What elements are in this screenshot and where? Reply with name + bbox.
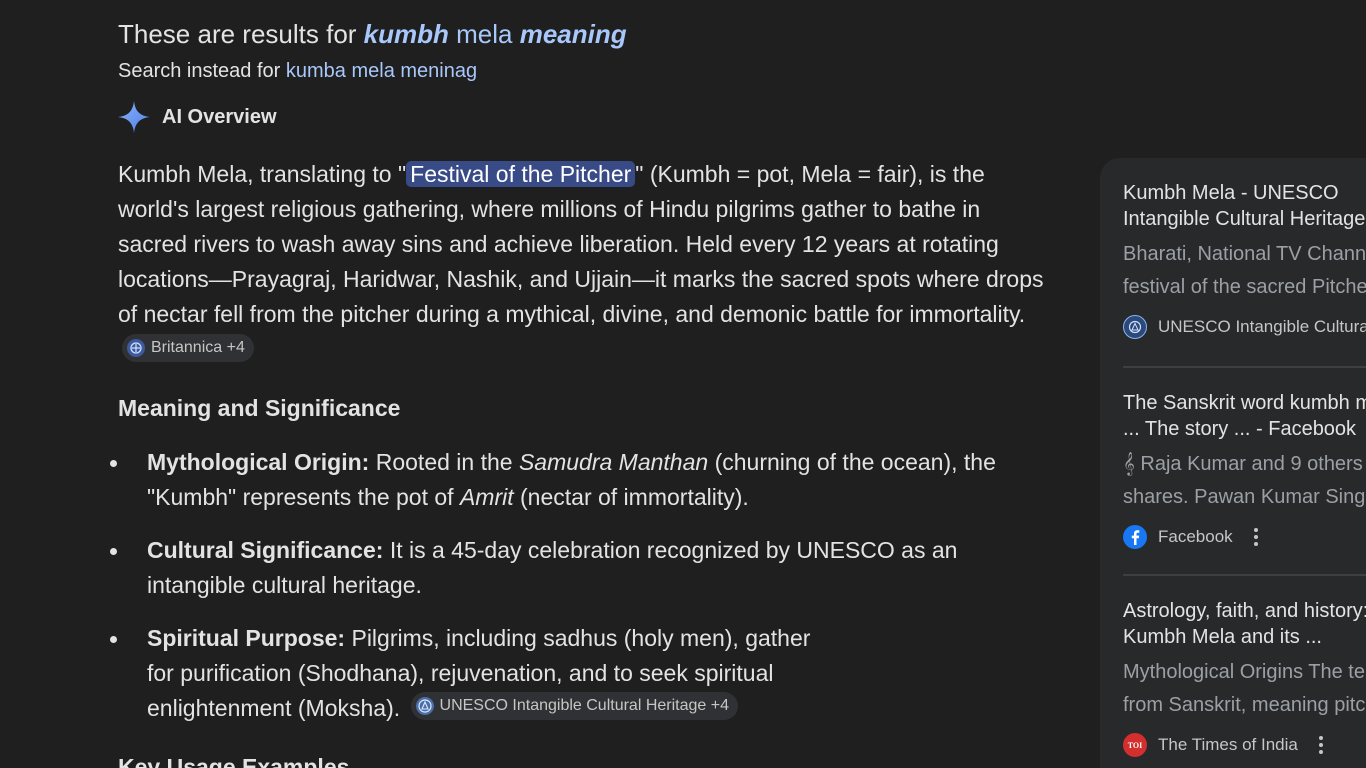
list-item: Cultural Significance: It is a 45-day ce… — [110, 533, 1048, 603]
sources-panel: Kumbh Mela - UNESCO Intangible Cultural … — [1100, 158, 1366, 768]
list-item: Spiritual Purpose: Pilgrims, including s… — [110, 621, 1048, 726]
bullet — [110, 460, 117, 467]
source-card[interactable]: Kumbh Mela - UNESCO Intangible Cultural … — [1123, 180, 1366, 340]
bullet — [110, 548, 117, 555]
search-instead-link[interactable]: kumba mela meninag — [286, 60, 477, 82]
results-prefix: These are results for — [118, 19, 357, 49]
points-list: Mythological Origin: Rooted in the Samud… — [110, 445, 1048, 726]
source-card[interactable]: Astrology, faith, and history: Kumbh Mel… — [1123, 598, 1366, 758]
source-site: Facebook — [1123, 524, 1366, 550]
svg-text:TOI: TOI — [1128, 741, 1143, 750]
source-snippet: Mythological Origins The term ... from S… — [1123, 661, 1366, 716]
ai-summary: Kumbh Mela, translating to " Festival of … — [118, 157, 1048, 367]
facebook-icon — [1123, 525, 1147, 549]
unesco-favicon-icon — [1123, 315, 1147, 339]
source-title[interactable]: Astrology, faith, and history: Kumbh Mel… — [1123, 598, 1366, 650]
list-item: Mythological Origin: Rooted in the Samud… — [110, 445, 1048, 515]
source-site-name: Facebook — [1158, 527, 1233, 546]
source-card[interactable]: The Sanskrit word kumbh means ... The st… — [1123, 390, 1366, 550]
point-text: Rooted in the — [369, 449, 519, 475]
ai-overview-header: AI Overview — [116, 99, 277, 135]
source-site: UNESCO Intangible Cultural Heritage — [1123, 314, 1366, 340]
next-section-heading: Key Usage Examples — [118, 754, 350, 768]
summary-highlight: Festival of the Pitcher — [406, 161, 636, 187]
query-word-kumbh: kumbh — [363, 19, 449, 49]
point-label: Mythological Origin: — [147, 449, 370, 475]
corrected-query-link[interactable]: kumbh mela meaning — [364, 19, 627, 49]
source-snippet: 𝄞 Raja Kumar and 9 others ... shares. Pa… — [1123, 453, 1366, 508]
divider — [1123, 366, 1366, 368]
bullet — [110, 636, 117, 643]
point-italic: Samudra Manthan — [518, 449, 709, 475]
query-word-meaning: meaning — [519, 19, 627, 49]
ai-sparkle-icon — [118, 101, 150, 133]
point-label: Spiritual Purpose: — [147, 625, 346, 651]
results-for-heading: These are results for kumbh mela meaning — [118, 16, 627, 52]
unesco-icon — [415, 697, 434, 715]
summary-text-start: Kumbh Mela, translating to " — [118, 161, 407, 187]
source-site-name: The Times of India — [1158, 735, 1298, 754]
query-word-mela: mela — [448, 19, 520, 49]
section-heading: Meaning and Significance — [118, 395, 401, 421]
point-text: (nectar of immortality). — [513, 484, 749, 510]
more-options-icon[interactable] — [1312, 734, 1330, 756]
source-site: TOI The Times of India — [1123, 732, 1366, 758]
point-label: Cultural Significance: — [147, 537, 384, 563]
chip-label: UNESCO Intangible Cultural Heritage +4 — [439, 697, 729, 714]
search-instead-prefix: Search instead for — [118, 60, 286, 82]
times-of-india-icon: TOI — [1123, 733, 1147, 757]
source-chip-britannica[interactable]: Britannica +4 — [122, 334, 254, 362]
source-title[interactable]: The Sanskrit word kumbh means ... The st… — [1123, 390, 1366, 442]
search-results-page: These are results for kumbh mela meaning… — [0, 0, 1366, 768]
search-instead-line: Search instead for kumba mela meninag — [118, 57, 477, 85]
source-chip-unesco[interactable]: UNESCO Intangible Cultural Heritage +4 — [410, 692, 738, 720]
britannica-icon — [127, 339, 145, 357]
chip-label: Britannica +4 — [151, 339, 245, 356]
ai-overview-label: AI Overview — [162, 105, 277, 128]
more-options-icon[interactable] — [1247, 526, 1265, 548]
ai-overview-body: Kumbh Mela, translating to " Festival of … — [110, 157, 1048, 744]
source-title[interactable]: Kumbh Mela - UNESCO Intangible Cultural … — [1123, 180, 1366, 232]
point-italic: Amrit — [459, 484, 514, 510]
source-snippet: Bharati, National TV Channel ... festiva… — [1123, 243, 1366, 298]
source-site-name: UNESCO Intangible Cultural Heritage — [1158, 317, 1366, 336]
divider — [1123, 574, 1366, 576]
